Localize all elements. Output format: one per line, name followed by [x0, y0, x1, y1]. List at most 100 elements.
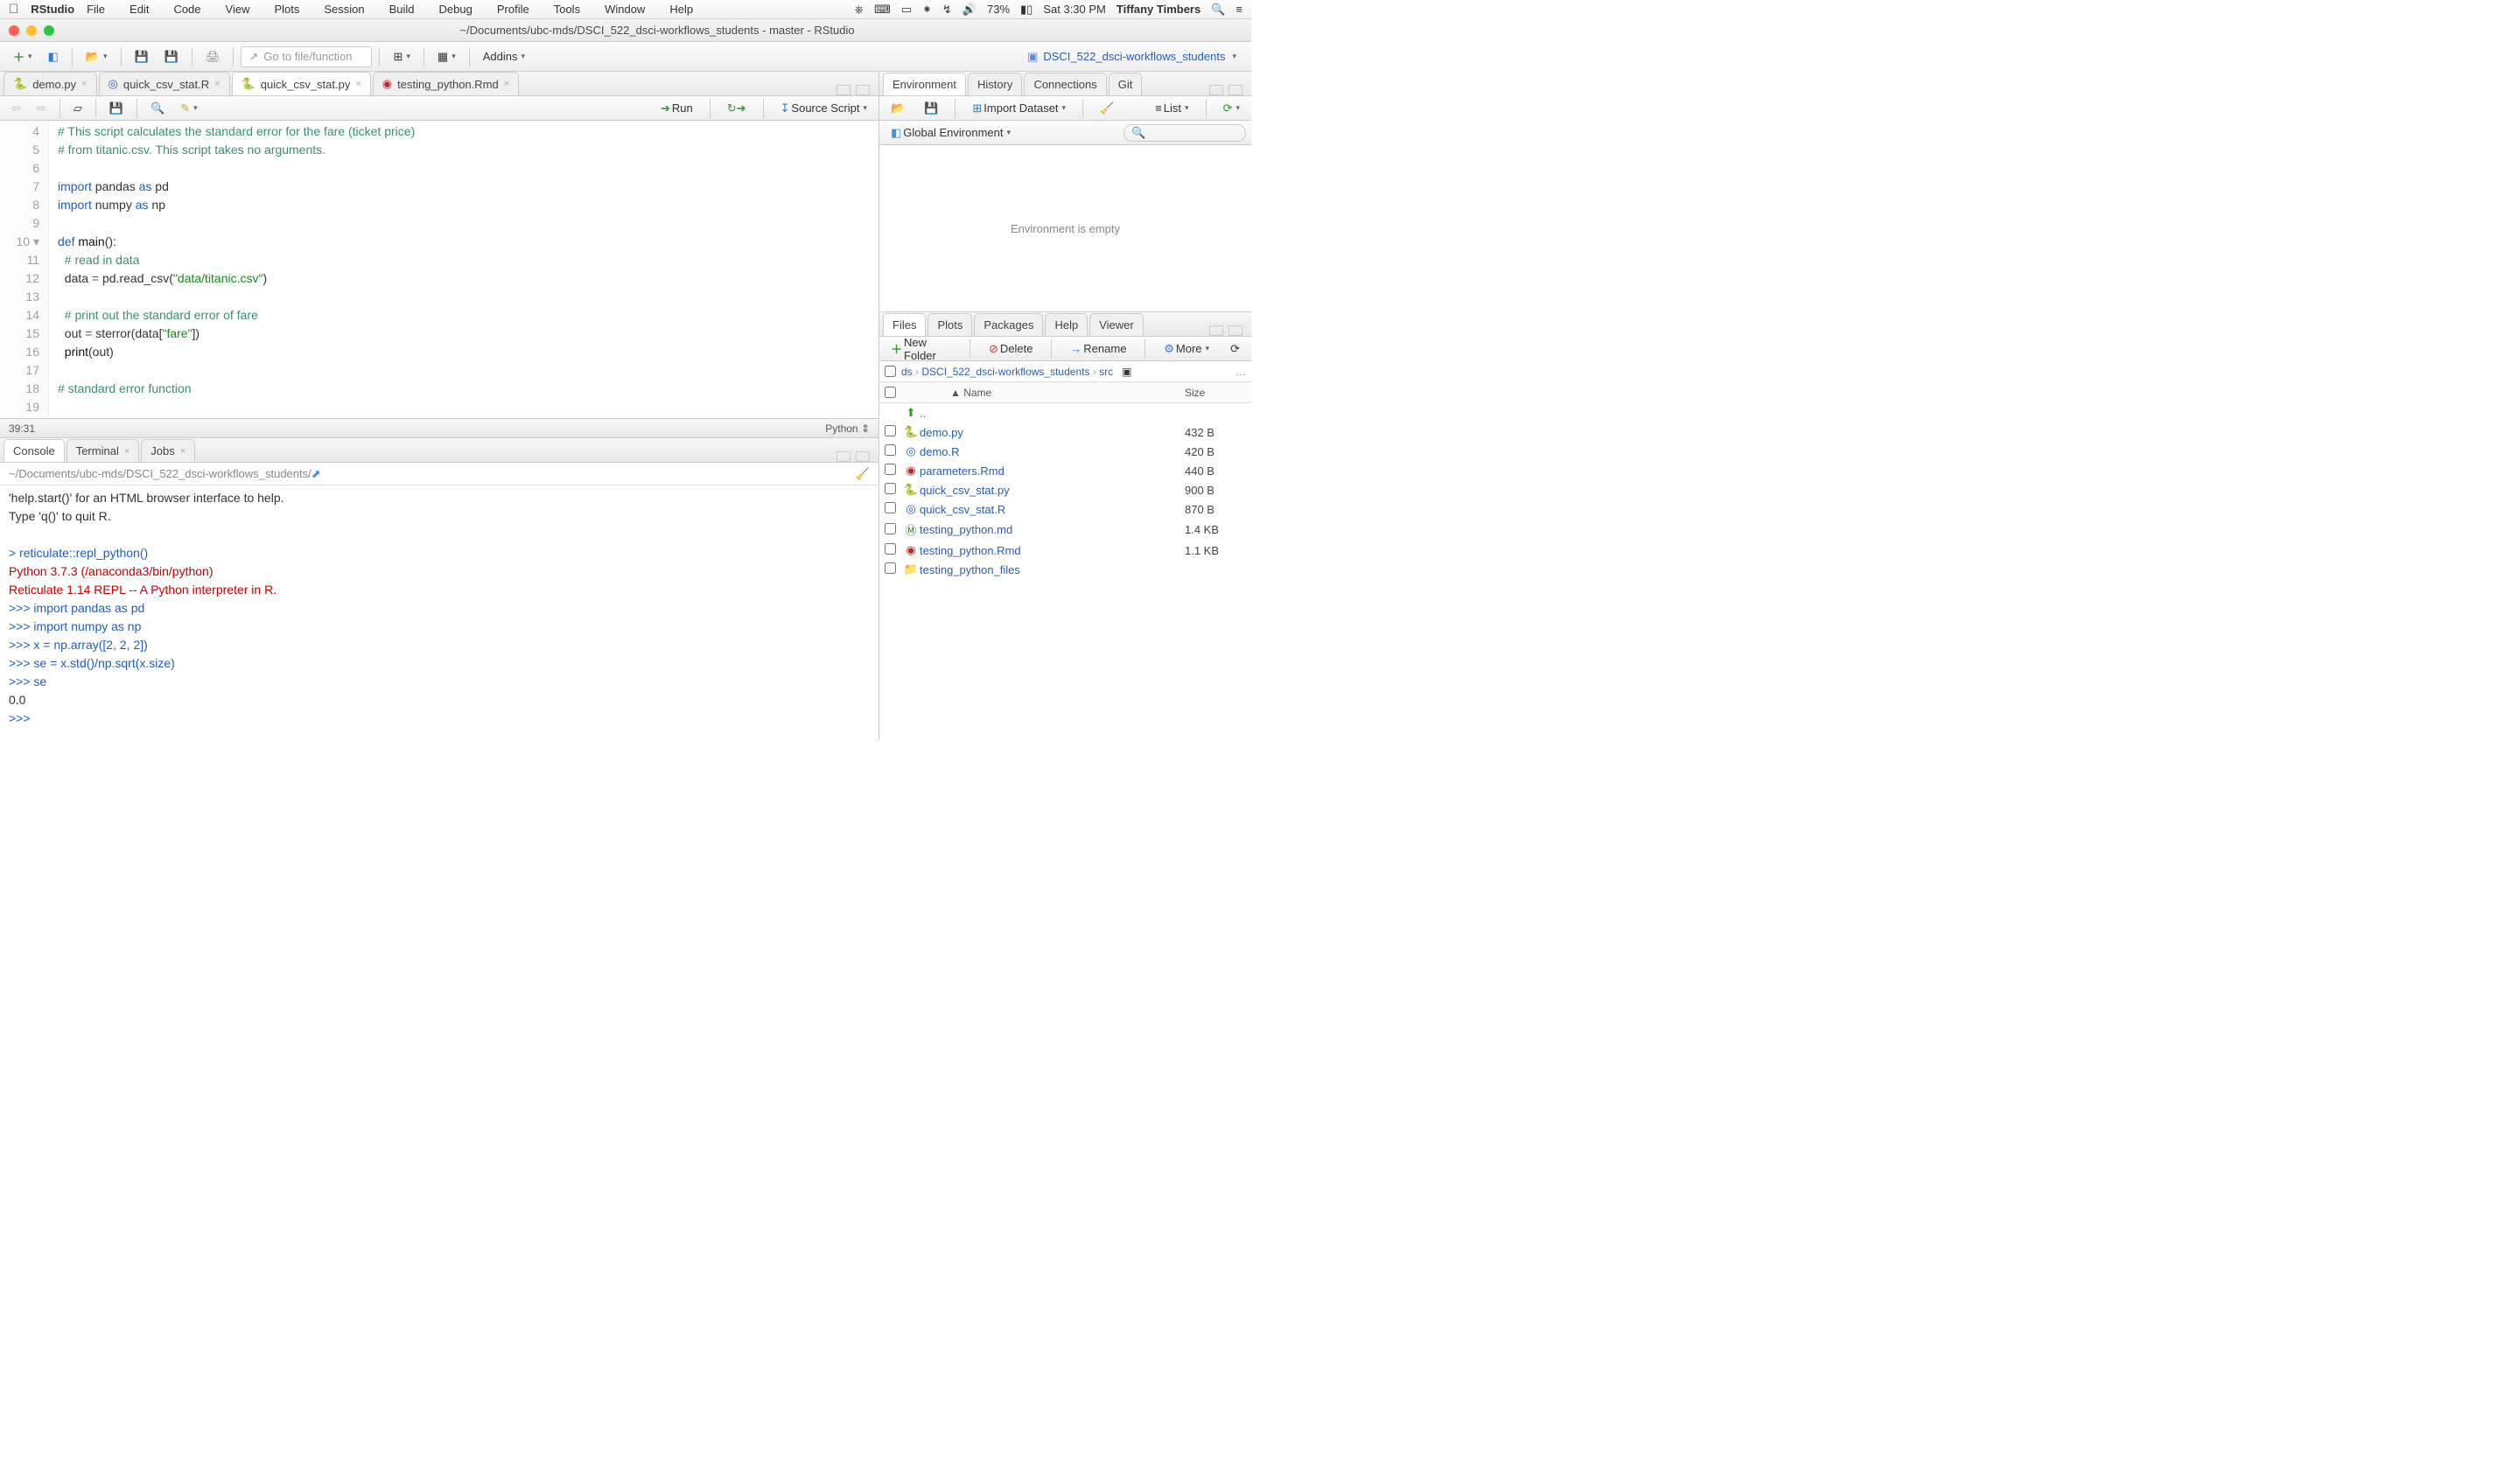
console-window-controls[interactable]	[836, 451, 878, 462]
file-row-up[interactable]: ⬆ ..	[879, 403, 1251, 422]
file-row[interactable]: Ⓜ testing_python.md 1.4 KB	[879, 519, 1251, 541]
close-window-button[interactable]	[9, 25, 19, 36]
path-link-icon[interactable]: ⬈	[312, 467, 321, 481]
new-file-button[interactable]: ＋▾	[7, 45, 38, 68]
clock[interactable]: Sat 3:30 PM	[1043, 3, 1106, 16]
menu-item-view[interactable]: View	[226, 3, 250, 16]
menu-item-edit[interactable]: Edit	[130, 3, 149, 16]
file-checkbox[interactable]	[885, 444, 896, 456]
panes-button[interactable]: ▦▾	[431, 46, 462, 67]
file-checkbox[interactable]	[885, 425, 896, 436]
close-tab-icon[interactable]: ×	[214, 79, 220, 89]
env-tab-environment[interactable]: Environment	[883, 73, 966, 95]
source-tab-demo.py[interactable]: 🐍 demo.py ×	[4, 72, 97, 95]
app-name[interactable]: RStudio	[31, 3, 74, 16]
select-all-checkbox[interactable]	[885, 387, 896, 398]
scope-selector[interactable]: ◧ Global Environment ▾	[885, 122, 1017, 143]
file-row[interactable]: ◎ quick_csv_stat.R 870 B	[879, 499, 1251, 519]
apple-icon[interactable]: 	[9, 2, 18, 17]
name-header[interactable]: Name	[963, 387, 991, 399]
code-editor[interactable]: 45678910 ▾111213141516171819 # This scri…	[0, 121, 878, 418]
new-project-button[interactable]: ◧	[42, 46, 65, 67]
language-selector[interactable]: Python ⇕	[825, 422, 870, 435]
file-row[interactable]: ◎ demo.R 420 B	[879, 442, 1251, 461]
file-checkbox[interactable]	[885, 483, 896, 494]
menu-item-file[interactable]: File	[87, 3, 105, 16]
volume-icon[interactable]: 🔊	[962, 3, 976, 17]
docker-icon[interactable]: ⎈	[855, 3, 864, 17]
close-tab-icon[interactable]: ×	[180, 446, 186, 457]
list-view-button[interactable]: ≡ List ▾	[1149, 98, 1194, 118]
display-icon[interactable]: ▭	[901, 3, 912, 17]
menu-item-help[interactable]: Help	[669, 3, 693, 16]
load-workspace-button[interactable]: 📂	[885, 98, 911, 119]
env-tab-connections[interactable]: Connections	[1024, 73, 1106, 95]
menu-item-build[interactable]: Build	[389, 3, 415, 16]
close-tab-icon[interactable]: ×	[355, 79, 360, 89]
menu-item-plots[interactable]: Plots	[274, 3, 299, 16]
file-row[interactable]: 🐍 demo.py 432 B	[879, 422, 1251, 442]
grid-button[interactable]: ⊞▾	[387, 46, 416, 67]
fwd-button[interactable]: ⇨	[31, 98, 52, 119]
save-all-button[interactable]: 💾	[158, 46, 185, 67]
file-row[interactable]: ◉ testing_python.Rmd 1.1 KB	[879, 541, 1251, 560]
rproj-bc-icon[interactable]: ▣	[1122, 366, 1131, 378]
source-window-controls[interactable]	[836, 85, 878, 95]
menu-icon[interactable]: ≡	[1236, 3, 1242, 16]
back-button[interactable]: ⇦	[5, 98, 27, 119]
env-tab-git[interactable]: Git	[1109, 73, 1143, 95]
files-tab-help[interactable]: Help	[1045, 313, 1088, 336]
menu-item-tools[interactable]: Tools	[554, 3, 580, 16]
file-row[interactable]: 📁 testing_python_files	[879, 560, 1251, 579]
project-menu[interactable]: ▣ DSCI_522_dsci-workflows_students ▾	[1019, 46, 1244, 67]
file-checkbox[interactable]	[885, 502, 896, 513]
spotlight-icon[interactable]: 🔍	[1211, 3, 1225, 17]
refresh-files-button[interactable]: ⟳	[1224, 339, 1246, 360]
console-output[interactable]: 'help.start()' for an HTML browser inter…	[0, 485, 878, 740]
bluetooth-icon[interactable]: ⁕	[922, 3, 932, 17]
menu-item-profile[interactable]: Profile	[497, 3, 529, 16]
breadcrumb-segment[interactable]: ds	[901, 366, 913, 378]
battery-icon[interactable]: ▮▯	[1020, 3, 1032, 17]
file-row[interactable]: 🐍 quick_csv_stat.py 900 B	[879, 480, 1251, 499]
files-tab-viewer[interactable]: Viewer	[1089, 313, 1144, 336]
import-dataset-button[interactable]: ⊞ Import Dataset ▾	[966, 98, 1072, 119]
close-tab-icon[interactable]: ×	[81, 79, 87, 89]
console-tab-jobs[interactable]: Jobs ×	[141, 439, 195, 462]
file-checkbox[interactable]	[885, 523, 896, 534]
menu-item-debug[interactable]: Debug	[439, 3, 472, 16]
show-in-new-window-button[interactable]: ▱	[67, 98, 88, 119]
menu-item-code[interactable]: Code	[173, 3, 200, 16]
file-checkbox[interactable]	[885, 562, 896, 574]
size-header[interactable]: Size	[1185, 387, 1246, 399]
open-file-button[interactable]: 📂▾	[80, 46, 114, 67]
find-button[interactable]: 🔍	[144, 98, 171, 119]
goto-file-input[interactable]: ↗Go to file/function	[241, 46, 372, 67]
breadcrumb-segment[interactable]: DSCI_522_dsci-workflows_students	[921, 366, 1089, 378]
save-source-button[interactable]: 💾	[103, 98, 130, 119]
rerun-button[interactable]: ↻➔	[721, 98, 752, 119]
menu-item-window[interactable]: Window	[605, 3, 645, 16]
source-tab-quick_csv_stat.py[interactable]: 🐍 quick_csv_stat.py ×	[232, 72, 371, 95]
menu-item-session[interactable]: Session	[324, 3, 364, 16]
addins-button[interactable]: Addins▾	[477, 46, 531, 66]
file-checkbox[interactable]	[885, 464, 896, 475]
clear-workspace-button[interactable]: 🧹	[1094, 98, 1120, 119]
save-workspace-button[interactable]: 💾	[918, 98, 944, 119]
more-button[interactable]: ⚙ More ▾	[1158, 339, 1215, 360]
file-row[interactable]: ◉ parameters.Rmd 440 B	[879, 461, 1251, 480]
env-tab-history[interactable]: History	[968, 73, 1022, 95]
source-script-button[interactable]: ↧ Source Script ▾	[774, 98, 873, 119]
wifi-icon[interactable]: ↯	[942, 3, 952, 17]
minimize-window-button[interactable]	[26, 25, 37, 36]
rename-button[interactable]: → Rename	[1064, 339, 1132, 359]
close-tab-icon[interactable]: ×	[124, 446, 130, 457]
env-window-controls[interactable]	[1209, 85, 1251, 95]
traffic-lights[interactable]	[0, 25, 63, 36]
delete-button[interactable]: ⊘ Delete	[983, 339, 1039, 360]
console-tab-terminal[interactable]: Terminal ×	[66, 439, 140, 462]
run-button[interactable]: ➔ Run	[654, 98, 699, 119]
zoom-window-button[interactable]	[44, 25, 54, 36]
env-search-input[interactable]: 🔍	[1124, 124, 1246, 142]
source-tab-testing_python.Rmd[interactable]: ◉ testing_python.Rmd ×	[373, 72, 519, 95]
